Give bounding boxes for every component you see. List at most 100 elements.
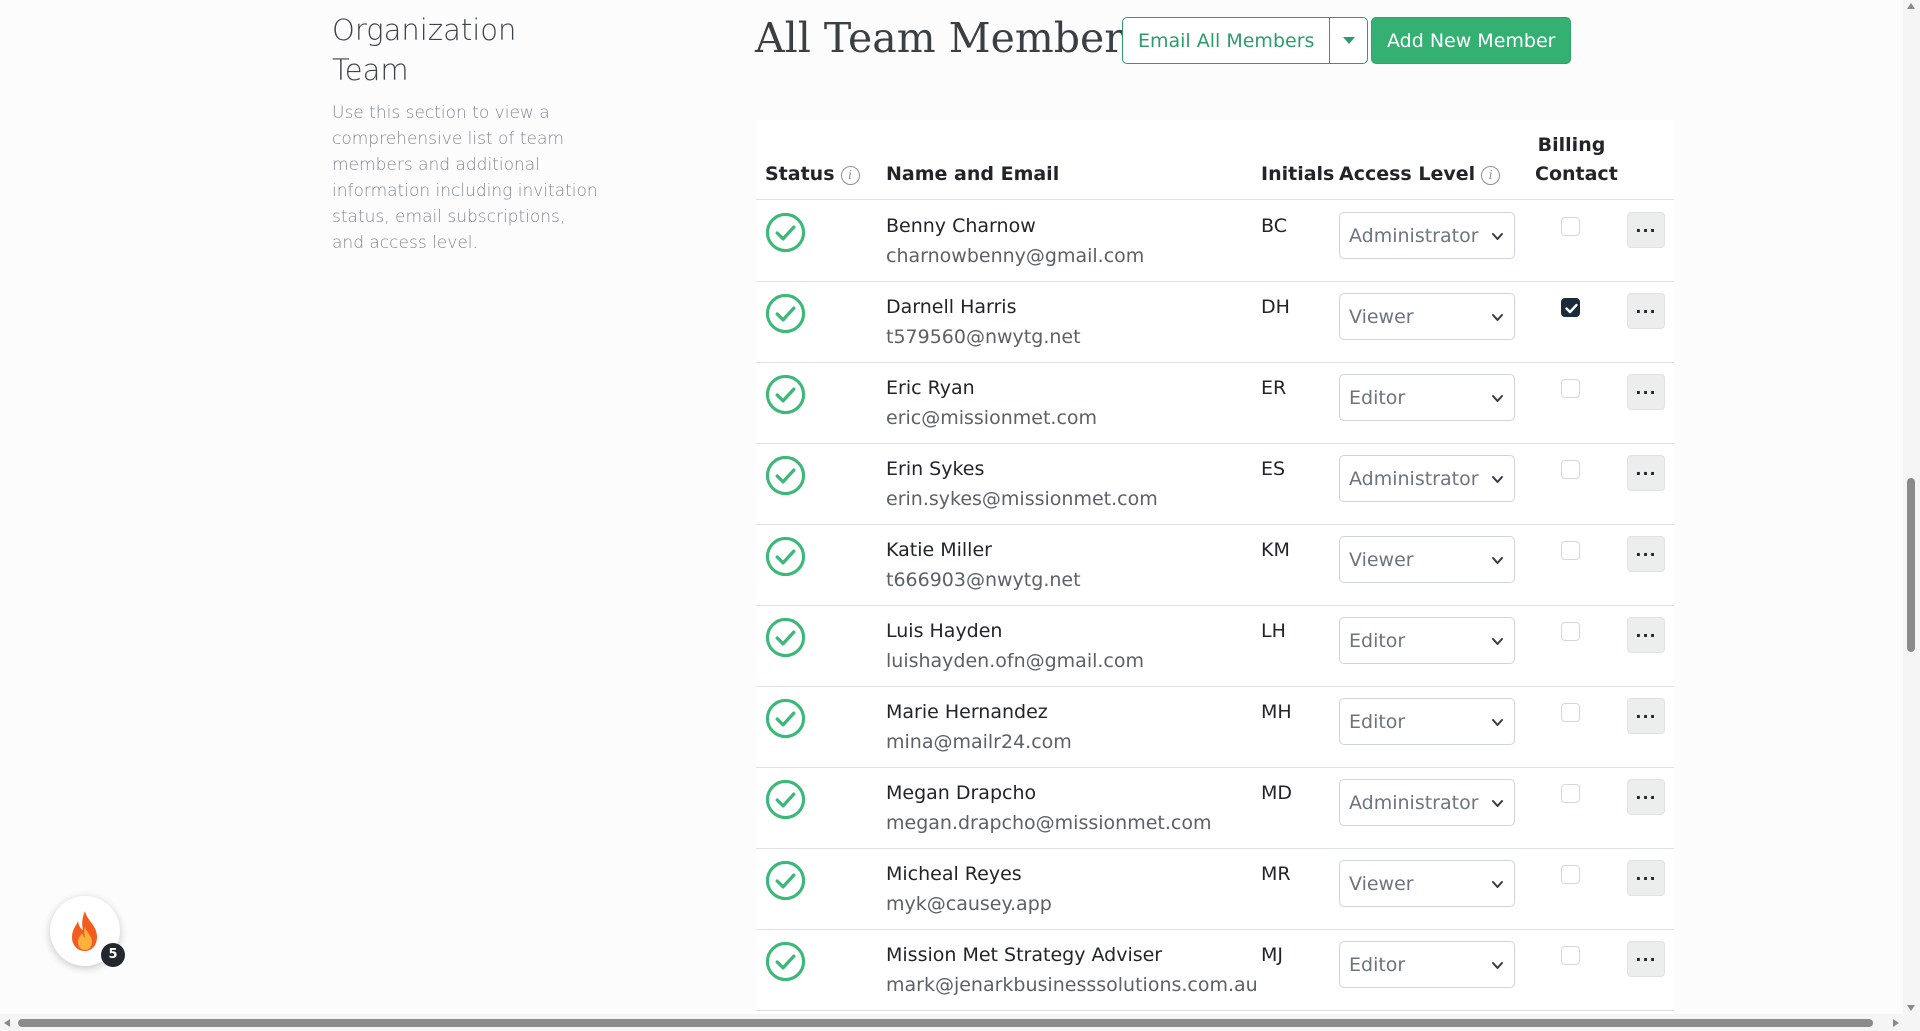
more-actions-button[interactable]: ··· bbox=[1627, 536, 1665, 572]
scroll-left-arrow-icon[interactable] bbox=[4, 1019, 10, 1027]
access-level-select[interactable]: Administrator bbox=[1339, 212, 1515, 259]
member-initials: MH bbox=[1261, 701, 1292, 723]
chevron-down-icon bbox=[1492, 638, 1503, 645]
access-level-select[interactable]: Viewer bbox=[1339, 293, 1515, 340]
info-icon[interactable]: i bbox=[840, 166, 860, 185]
billing-contact-checkbox[interactable] bbox=[1561, 946, 1580, 965]
more-actions-button[interactable]: ··· bbox=[1627, 860, 1665, 896]
table-row: Eric Ryan eric@missionmet.com ER Editor ··· bbox=[756, 363, 1674, 444]
more-actions-button[interactable]: ··· bbox=[1627, 698, 1665, 734]
more-actions-button[interactable]: ··· bbox=[1627, 779, 1665, 815]
member-email: t579560@nwytg.net bbox=[886, 326, 1081, 348]
status-check-icon bbox=[765, 779, 806, 820]
billing-contact-checkbox[interactable] bbox=[1561, 865, 1580, 884]
table-row: Megan Drapcho megan.drapcho@missionmet.co… bbox=[756, 768, 1674, 849]
column-header-status: Status i bbox=[765, 160, 860, 189]
access-level-value: Viewer bbox=[1349, 305, 1414, 328]
table-header: Status i Name and Email Initials Access L… bbox=[756, 120, 1674, 200]
page-title: All Team Members bbox=[755, 14, 1145, 62]
member-email: myk@causey.app bbox=[886, 893, 1052, 915]
horizontal-scrollbar[interactable] bbox=[0, 1014, 1903, 1031]
chevron-down-icon bbox=[1492, 476, 1503, 483]
billing-contact-checkbox[interactable] bbox=[1561, 460, 1580, 479]
access-level-value: Administrator bbox=[1349, 467, 1479, 490]
billing-contact-checkbox[interactable] bbox=[1561, 217, 1580, 236]
access-level-value: Editor bbox=[1349, 953, 1406, 976]
column-header-billing-line2: Contact bbox=[1535, 163, 1618, 185]
access-level-value: Editor bbox=[1349, 629, 1406, 652]
member-initials: LH bbox=[1261, 620, 1286, 642]
member-initials: MR bbox=[1261, 863, 1291, 885]
ellipsis-icon: ··· bbox=[1635, 949, 1657, 969]
billing-contact-checkbox[interactable] bbox=[1561, 784, 1580, 803]
table-row: Darnell Harris t579560@nwytg.net DH Viewer ·… bbox=[756, 282, 1674, 363]
ellipsis-icon: ··· bbox=[1635, 463, 1657, 483]
ellipsis-icon: ··· bbox=[1635, 868, 1657, 888]
access-level-select[interactable]: Editor bbox=[1339, 941, 1515, 988]
member-name: Katie Miller bbox=[886, 539, 992, 561]
more-actions-button[interactable]: ··· bbox=[1627, 293, 1665, 329]
billing-contact-checkbox[interactable] bbox=[1561, 622, 1580, 641]
more-actions-button[interactable]: ··· bbox=[1627, 374, 1665, 410]
access-level-value: Administrator bbox=[1349, 791, 1479, 814]
member-email: charnowbenny@gmail.com bbox=[886, 245, 1145, 267]
column-header-name-email: Name and Email bbox=[886, 163, 1060, 185]
table-row: Micheal Reyes myk@causey.app MR Viewer ··· bbox=[756, 849, 1674, 930]
member-email: t666903@nwytg.net bbox=[886, 569, 1081, 591]
billing-contact-checkbox[interactable] bbox=[1561, 379, 1580, 398]
horizontal-scroll-thumb[interactable] bbox=[18, 1019, 1873, 1027]
section-description: Use this section to view a comprehensive… bbox=[332, 103, 598, 253]
table-row: Erin Sykes erin.sykes@missionmet.com ES Adm… bbox=[756, 444, 1674, 525]
section-title: Organization Team bbox=[332, 13, 517, 87]
email-all-members-button[interactable]: Email All Members bbox=[1122, 17, 1331, 64]
member-name: Luis Hayden bbox=[886, 620, 1003, 642]
member-initials: BC bbox=[1261, 215, 1287, 237]
status-check-icon bbox=[765, 617, 806, 658]
ellipsis-icon: ··· bbox=[1635, 787, 1657, 807]
access-level-select[interactable]: Administrator bbox=[1339, 455, 1515, 502]
chevron-down-icon bbox=[1492, 557, 1503, 564]
streak-fire-button[interactable]: 5 bbox=[50, 896, 125, 967]
add-new-member-button[interactable]: Add New Member bbox=[1371, 17, 1572, 64]
access-level-select[interactable]: Editor bbox=[1339, 374, 1515, 421]
status-check-icon bbox=[765, 212, 806, 253]
more-actions-button[interactable]: ··· bbox=[1627, 941, 1665, 977]
scroll-up-arrow-icon[interactable] bbox=[1907, 3, 1915, 9]
ellipsis-icon: ··· bbox=[1635, 220, 1657, 240]
member-email: megan.drapcho@missionmet.com bbox=[886, 812, 1212, 834]
billing-contact-checkbox[interactable] bbox=[1561, 298, 1580, 317]
access-level-select[interactable]: Editor bbox=[1339, 698, 1515, 745]
chevron-down-icon bbox=[1492, 233, 1503, 240]
member-initials: MJ bbox=[1261, 944, 1283, 966]
info-icon[interactable]: i bbox=[1481, 166, 1501, 185]
table-row: Luis Hayden luishayden.ofn@gmail.com LH Edi… bbox=[756, 606, 1674, 687]
scroll-right-arrow-icon[interactable] bbox=[1893, 1019, 1899, 1027]
vertical-scroll-thumb[interactable] bbox=[1907, 478, 1915, 652]
access-level-value: Editor bbox=[1349, 710, 1406, 733]
access-level-value: Viewer bbox=[1349, 872, 1414, 895]
member-email: erin.sykes@missionmet.com bbox=[886, 488, 1158, 510]
scroll-down-arrow-icon[interactable] bbox=[1907, 1005, 1915, 1011]
more-actions-button[interactable]: ··· bbox=[1627, 617, 1665, 653]
fire-icon bbox=[72, 911, 97, 951]
notification-count-badge: 5 bbox=[101, 943, 125, 967]
access-level-select[interactable]: Administrator bbox=[1339, 779, 1515, 826]
column-header-status-label: Status bbox=[765, 163, 835, 185]
more-actions-button[interactable]: ··· bbox=[1627, 212, 1665, 248]
access-level-select[interactable]: Viewer bbox=[1339, 860, 1515, 907]
billing-contact-checkbox[interactable] bbox=[1561, 703, 1580, 722]
chevron-down-icon bbox=[1492, 962, 1503, 969]
member-email: eric@missionmet.com bbox=[886, 407, 1098, 429]
access-level-select[interactable]: Editor bbox=[1339, 617, 1515, 664]
email-button-group: Email All Members bbox=[1122, 17, 1369, 64]
ellipsis-icon: ··· bbox=[1635, 544, 1657, 564]
member-name: Marie Hernandez bbox=[886, 701, 1048, 723]
vertical-scrollbar[interactable] bbox=[1903, 0, 1920, 1031]
access-level-select[interactable]: Viewer bbox=[1339, 536, 1515, 583]
chevron-down-icon bbox=[1492, 800, 1503, 807]
more-actions-button[interactable]: ··· bbox=[1627, 455, 1665, 491]
status-check-icon bbox=[765, 293, 806, 334]
email-options-dropdown-toggle[interactable] bbox=[1329, 17, 1369, 64]
billing-contact-checkbox[interactable] bbox=[1561, 541, 1580, 560]
chevron-down-icon bbox=[1492, 314, 1503, 321]
